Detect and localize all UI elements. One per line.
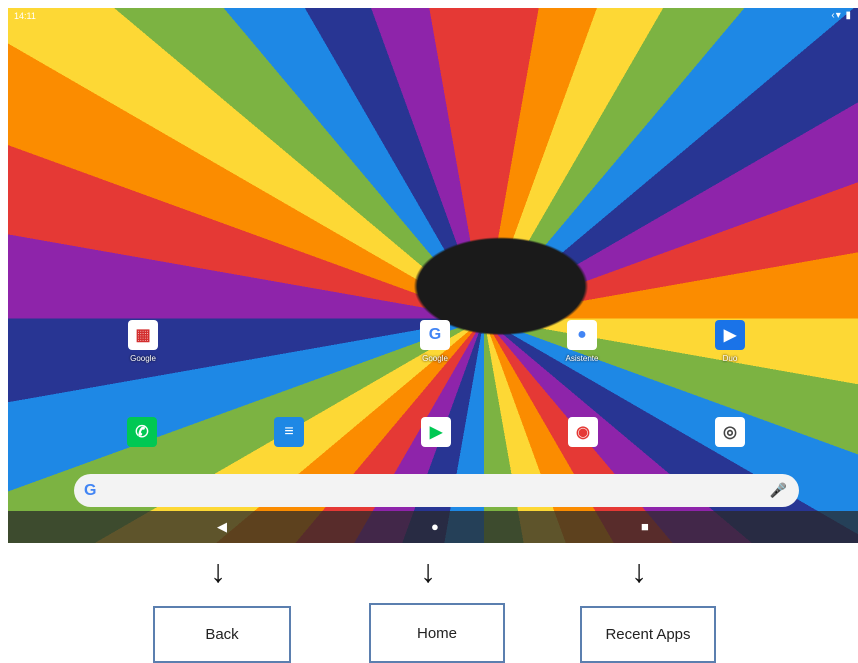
- phone-icon: ✆: [127, 417, 157, 447]
- dock-play-store[interactable]: ▶: [406, 417, 466, 447]
- assistant-icon: ●: [567, 320, 597, 350]
- google-icon: G: [420, 320, 450, 350]
- recent-apps-label: Recent Apps: [605, 626, 691, 643]
- recent-apps-button[interactable]: ■: [641, 519, 649, 534]
- arrow-down-icon: ↓: [210, 553, 226, 589]
- status-bar: 14:11 ‹▾ ▮: [8, 8, 858, 28]
- navigation-bar: ◀ ● ■: [8, 511, 858, 543]
- back-button[interactable]: ◀: [217, 519, 227, 535]
- dock-camera[interactable]: ◎: [700, 417, 760, 447]
- google-search-bar[interactable]: G 🎤: [74, 474, 799, 507]
- play-store-icon: ▶: [421, 417, 451, 447]
- app-google-folder[interactable]: ▦ Google: [113, 320, 173, 363]
- home-button[interactable]: ●: [431, 519, 439, 534]
- app-label: Duo: [722, 354, 738, 363]
- app-label: Google: [422, 354, 448, 363]
- dock-messages[interactable]: ≡: [259, 417, 319, 447]
- app-google[interactable]: G Google: [405, 320, 465, 363]
- app-duo[interactable]: ▶ Duo: [700, 320, 760, 363]
- duo-icon: ▶: [715, 320, 745, 350]
- home-label: Home: [416, 624, 457, 642]
- back-label-box: Back: [153, 606, 291, 663]
- dock-chrome[interactable]: ◉: [553, 417, 613, 447]
- home-label-box: Home: [369, 603, 505, 663]
- status-icons: ‹▾ ▮: [831, 10, 852, 21]
- chrome-icon: ◉: [568, 417, 598, 447]
- recent-apps-label-box: Recent Apps: [580, 606, 716, 663]
- dock-phone[interactable]: ✆: [112, 417, 172, 447]
- arrow-down-icon: ↓: [631, 553, 647, 589]
- microphone-icon[interactable]: 🎤: [770, 482, 787, 499]
- app-label: Google: [130, 354, 156, 363]
- messages-icon: ≡: [274, 417, 304, 447]
- folder-icon: ▦: [128, 320, 158, 350]
- arrow-down-icon: ↓: [420, 553, 436, 589]
- app-assistant[interactable]: ● Asistente: [552, 320, 612, 363]
- status-time: 14:11: [14, 11, 36, 21]
- back-label: Back: [205, 626, 239, 643]
- camera-icon: ◎: [715, 417, 745, 447]
- app-label: Asistente: [565, 354, 599, 363]
- android-home-screen: 14:11 ‹▾ ▮ ▦ Google G Google ● Asistente…: [8, 8, 858, 543]
- google-logo-icon: G: [84, 482, 97, 499]
